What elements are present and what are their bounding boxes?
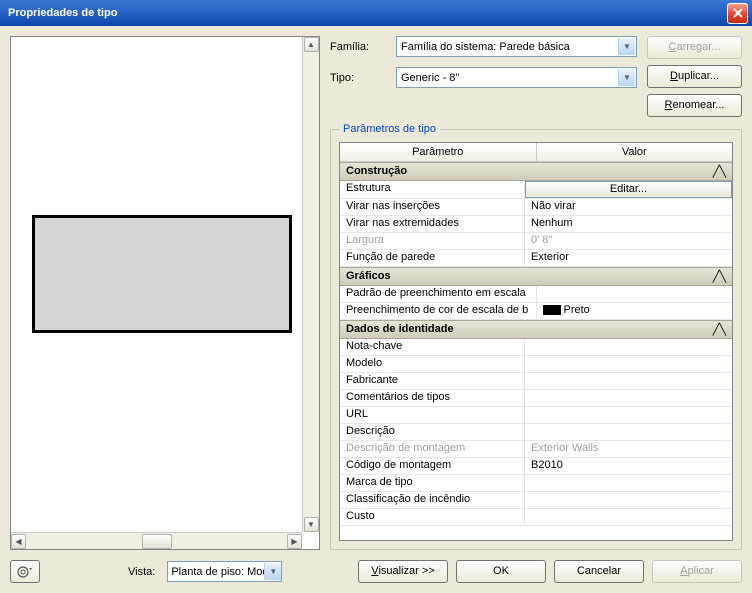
familia-dropdown[interactable]: Família do sistema: Parede básica ▼ — [396, 36, 637, 57]
table-row[interactable]: Descrição — [340, 424, 732, 441]
preview-viewport: ▲ ▼ ◀ ▶ — [10, 36, 320, 550]
col-parametro[interactable]: Parâmetro — [340, 143, 537, 161]
table-row[interactable]: Código de montagemB2010 — [340, 458, 732, 475]
aplicar-button: Aplicar — [652, 560, 742, 583]
chevron-down-icon: ▼ — [618, 38, 635, 55]
scroll-right-icon[interactable]: ▶ — [287, 534, 302, 549]
parameters-table: Parâmetro Valor Construção╱╲ EstruturaEd… — [339, 142, 733, 541]
table-row[interactable]: Marca de tipo — [340, 475, 732, 492]
scroll-up-icon[interactable]: ▲ — [304, 37, 319, 52]
table-row[interactable]: Fabricante — [340, 373, 732, 390]
title-bar: Propriedades de tipo — [0, 0, 752, 26]
section-dados[interactable]: Dados de identidade╱╲ — [340, 320, 732, 339]
close-button[interactable] — [727, 3, 748, 24]
preview-panel: ▲ ▼ ◀ ▶ — [10, 36, 320, 550]
chevron-down-icon: ▼ — [618, 69, 635, 86]
parametros-title: Parâmetros de tipo — [339, 123, 440, 135]
horizontal-scrollbar[interactable]: ◀ ▶ — [11, 532, 302, 549]
table-row[interactable]: Padrão de preenchimento em escala — [340, 286, 732, 303]
duplicar-button[interactable]: Duplicar... — [647, 65, 742, 88]
table-row[interactable]: EstruturaEditar... — [340, 181, 732, 199]
table-row[interactable]: URL — [340, 407, 732, 424]
vertical-scrollbar[interactable]: ▲ ▼ — [302, 37, 319, 532]
vista-dropdown[interactable]: Planta de piso: Modifi ▼ — [167, 561, 282, 582]
color-swatch — [543, 305, 561, 315]
collapse-icon: ╱╲ — [713, 323, 726, 336]
cancelar-button[interactable]: Cancelar — [554, 560, 644, 583]
section-graficos[interactable]: Gráficos╱╲ — [340, 267, 732, 286]
parametros-group: Parâmetros de tipo Parâmetro Valor Const… — [330, 129, 742, 550]
tipo-value: Generic - 8" — [401, 72, 459, 84]
tipo-dropdown[interactable]: Generic - 8" ▼ — [396, 67, 637, 88]
col-valor[interactable]: Valor — [537, 143, 733, 161]
table-row: Descrição de montagemExterior Walls — [340, 441, 732, 458]
scroll-thumb[interactable] — [142, 534, 172, 549]
scroll-down-icon[interactable]: ▼ — [304, 517, 319, 532]
vista-value: Planta de piso: Modifi — [171, 566, 276, 578]
table-row[interactable]: Classificação de incêndio — [340, 492, 732, 509]
renomear-button[interactable]: Renomear... — [647, 94, 742, 117]
collapse-icon: ╱╲ — [713, 165, 726, 178]
editar-button[interactable]: Editar... — [525, 181, 732, 198]
visualizar-button[interactable]: Visualizar >> — [358, 560, 448, 583]
table-row[interactable]: Virar nas inserçõesNão virar — [340, 199, 732, 216]
table-row[interactable]: Função de paredeExterior — [340, 250, 732, 267]
collapse-icon: ╱╲ — [713, 270, 726, 283]
vista-label: Vista: — [128, 566, 155, 578]
chevron-down-icon: ▼ — [264, 563, 281, 580]
carregar-button: Carregar... — [647, 36, 742, 59]
familia-value: Família do sistema: Parede básica — [401, 41, 570, 53]
familia-label: Família: — [330, 41, 390, 53]
wall-preview-shape — [32, 215, 292, 333]
close-icon — [733, 8, 743, 18]
ok-button[interactable]: OK — [456, 560, 546, 583]
table-row[interactable]: Preenchimento de cor de escala de bPreto — [340, 303, 732, 320]
tipo-label: Tipo: — [330, 72, 390, 84]
section-construcao[interactable]: Construção╱╲ — [340, 162, 732, 181]
gear-icon — [16, 564, 34, 580]
table-row[interactable]: Custo — [340, 509, 732, 526]
scroll-left-icon[interactable]: ◀ — [11, 534, 26, 549]
table-row: Largura0' 8" — [340, 233, 732, 250]
table-row[interactable]: Nota-chave — [340, 339, 732, 356]
window-title: Propriedades de tipo — [4, 7, 727, 19]
table-row[interactable]: Virar nas extremidadesNenhum — [340, 216, 732, 233]
table-row[interactable]: Comentários de tipos — [340, 390, 732, 407]
table-row[interactable]: Modelo — [340, 356, 732, 373]
view-options-button[interactable] — [10, 560, 40, 583]
